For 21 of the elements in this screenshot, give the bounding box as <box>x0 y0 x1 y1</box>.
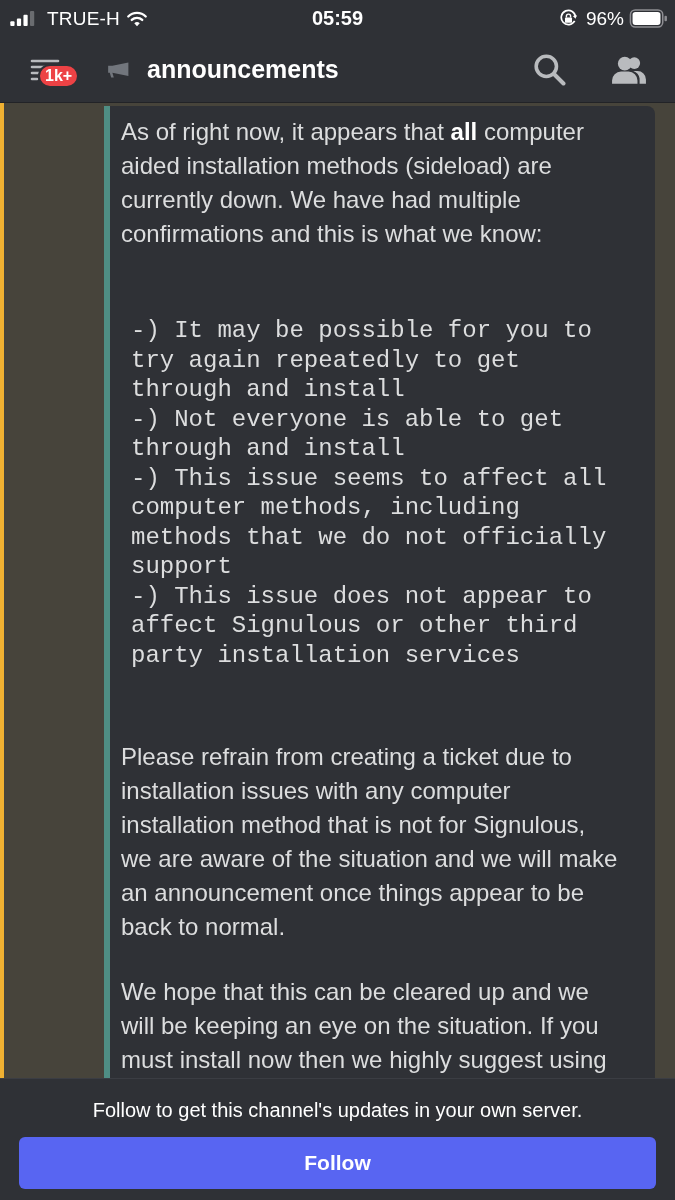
code-line: -) Not everyone is able to get through and install <box>131 404 565 464</box>
search-icon[interactable] <box>533 53 566 86</box>
megaphone-icon <box>107 61 130 78</box>
message-paragraph: We hope that this can be cleared up and we will be keeping an eye on the situation. If you must install now then we highly suggest using <box>121 977 608 1075</box>
carrier-name: TRUE-H <box>47 7 120 30</box>
message-paragraph: Please refrain from creating a ticket due to installation issues with any computer installation method that is not for Signulous, we are aware of the situation and we will make an announcement once things appear to be back to normal. <box>121 742 619 942</box>
code-line: -) This issue seems to affect all computer methods, including methods that we do not officially support <box>131 463 608 582</box>
signal-bars-icon <box>10 11 35 26</box>
follow-prompt: Follow to get this channel's updates in your own server. <box>92 1098 583 1123</box>
battery-icon <box>629 9 668 28</box>
members-icon[interactable] <box>611 54 647 85</box>
battery-percent: 96% <box>585 7 624 30</box>
unread-badge: 1k+ <box>38 63 80 88</box>
follow-button[interactable]: Follow <box>19 1137 656 1189</box>
channel-title: announcements <box>147 55 339 84</box>
wifi-icon <box>126 10 148 27</box>
code-line: -) It may be possible for you to try again repeatedly to get through and install <box>131 316 593 405</box>
rotation-lock-icon <box>558 9 578 28</box>
message-paragraph: As of right now, it appears that all computer aided installation methods (sideload) are currently down. We have had multiple confirmations and this is what we know: <box>121 117 585 249</box>
code-line: -) This issue does not appear to affect Signulous or other third party installation services <box>131 581 593 670</box>
clock-time: 05:59 <box>311 7 364 30</box>
